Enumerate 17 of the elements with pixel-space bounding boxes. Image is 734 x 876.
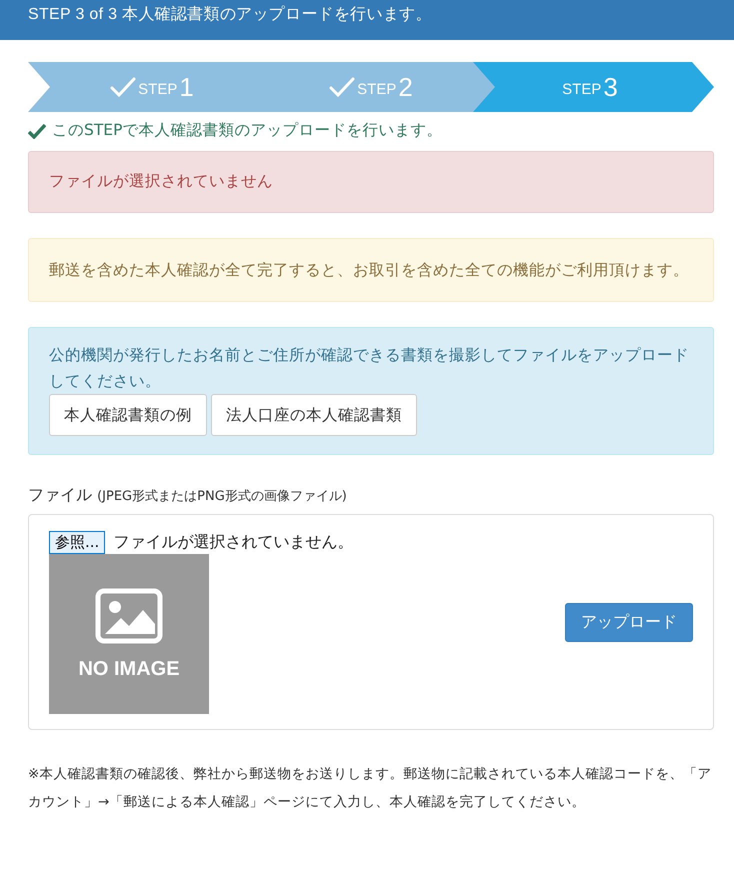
alert-text: ファイルが選択されていません [49,172,273,190]
step-description: このSTEPで本人確認書類のアップロードを行います。 [52,120,442,141]
check-icon [110,77,136,97]
check-icon [28,122,46,138]
check-icon [329,77,356,97]
upload-button[interactable]: アップロード [565,603,693,642]
info-button[interactable]: 法人口座の本人確認書類 [211,394,417,436]
alert-text: 郵送を含めた本人確認が全て完了すると、お取引を含めた全ての機能がご利用頂けます。 [49,261,689,279]
file-status: ファイルが選択されていません。 [113,532,354,553]
alert-text: 公的機関が発行したお名前とご住所が確認できる書類を撮影してファイルをアップロードしてください。 [49,346,689,390]
info-button[interactable]: 本人確認書類の例 [49,394,207,436]
page-title: STEP 3 of 3 本人確認書類のアップロードを行います。 [28,6,432,23]
browse-button[interactable]: 参照... [49,531,106,554]
image-icon [95,588,163,644]
file-label: ファイル (JPEG形式またはPNG形式の画像ファイル) [28,485,348,506]
placeholder-text: NO IMAGE [78,658,180,680]
footnote: ※本人確認書類の確認後、弊社から郵送物をお送りします。郵送物に記載されている本人確認コードを、「アカウント」→「郵送による本人確認」ページにて入力し、本人確認を完了してください。 [28,765,712,812]
